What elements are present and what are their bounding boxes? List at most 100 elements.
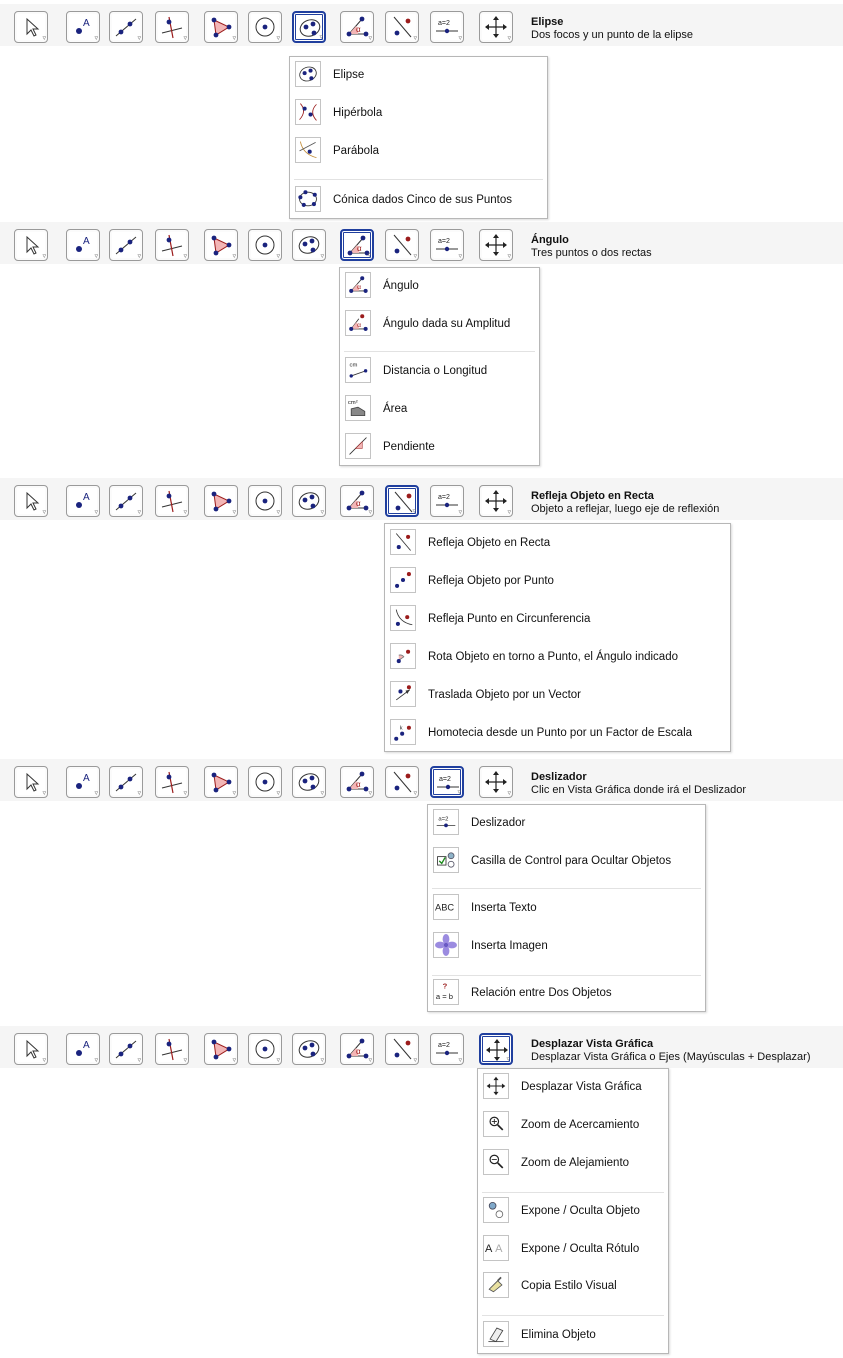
menu-item-zoom-out[interactable]: Zoom de Alejamiento (478, 1145, 668, 1181)
menu-item-translate[interactable]: Traslada Objeto por un Vector (385, 677, 730, 713)
tool-button-point[interactable]: A ▿ (66, 229, 100, 261)
reflect-line-icon (390, 529, 416, 555)
submenu-triangle-icon: ▿ (507, 790, 511, 797)
tool-button-ellipse[interactable]: ▿ (292, 766, 326, 798)
tool-button-perpendicular[interactable]: ▿ (155, 11, 189, 43)
tool-button-reflect[interactable]: ▿ (385, 1033, 419, 1065)
tool-button-move-view[interactable]: ▿ (479, 229, 513, 261)
tool-button-reflect[interactable]: ▿ (385, 766, 419, 798)
tool-button-circle[interactable]: ▿ (248, 766, 282, 798)
tool-button-polygon[interactable]: ▿ (204, 229, 238, 261)
submenu-triangle-icon: ▿ (42, 253, 46, 260)
svg-text:α: α (356, 1047, 361, 1056)
menu-item-angle[interactable]: α Ángulo (340, 268, 539, 304)
menu-item-conic-five-points[interactable]: Cónica dados Cinco de sus Puntos (290, 182, 547, 218)
tool-button-slider[interactable]: a=2 ▿ (430, 11, 464, 43)
menu-item-slope[interactable]: Pendiente (340, 429, 539, 465)
tool-button-polygon[interactable]: ▿ (204, 1033, 238, 1065)
tool-button-reflect[interactable]: ▿ (385, 485, 419, 517)
tool-button-slider[interactable]: a=2 ▿ (430, 229, 464, 261)
menu-item-label: Ángulo (383, 280, 419, 292)
tool-button-perpendicular[interactable]: ▿ (155, 766, 189, 798)
translate-icon (390, 681, 416, 707)
tool-button-cursor[interactable]: ▿ (14, 229, 48, 261)
menu-item-rotate[interactable]: Rota Objeto en torno a Punto, el Ángulo … (385, 639, 730, 675)
tool-button-reflect[interactable]: ▿ (385, 11, 419, 43)
menu-item-copy-style[interactable]: Copia Estilo Visual (478, 1268, 668, 1304)
tool-button-line[interactable]: ▿ (109, 229, 143, 261)
tool-button-circle[interactable]: ▿ (248, 11, 282, 43)
tool-button-perpendicular[interactable]: ▿ (155, 1033, 189, 1065)
menu-item-label: Desplazar Vista Gráfica (521, 1081, 642, 1093)
menu-item-angle-fixed[interactable]: α Ángulo dada su Amplitud (340, 306, 539, 342)
tool-info: Refleja Objeto en Recta Objeto a reflejar… (531, 490, 719, 516)
tool-button-move-view[interactable]: ▿ (479, 11, 513, 43)
menu-item-show-hide-label[interactable]: A A Expone / Oculta Rótulo (478, 1231, 668, 1267)
menu-item-move-view[interactable]: Desplazar Vista Gráfica (478, 1069, 668, 1105)
tool-button-point[interactable]: A ▿ (66, 11, 100, 43)
menu-item-area[interactable]: cm² Área (340, 391, 539, 427)
tool-button-move-view[interactable]: ▿ (479, 1033, 513, 1065)
menu-item-slider[interactable]: a=2 Deslizador (428, 805, 705, 841)
svg-text:a=2: a=2 (438, 494, 450, 501)
tool-button-angle[interactable]: α ▿ (340, 11, 374, 43)
tool-button-circle[interactable]: ▿ (248, 229, 282, 261)
menu-item-relation[interactable]: ? a = b Relación entre Dos Objetos (428, 975, 705, 1011)
tool-button-angle[interactable]: α ▿ (340, 229, 374, 261)
menu-item-reflect-point[interactable]: Refleja Objeto por Punto (385, 563, 730, 599)
menu-item-checkbox[interactable]: Casilla de Control para Ocultar Objetos (428, 843, 705, 879)
tool-button-slider[interactable]: a=2 ▿ (430, 485, 464, 517)
tool-button-angle[interactable]: α ▿ (340, 1033, 374, 1065)
tool-info: Desplazar Vista Gráfica Desplazar Vista G… (531, 1038, 811, 1064)
image-icon (433, 932, 459, 958)
menu-item-delete[interactable]: Elimina Objeto (478, 1317, 668, 1353)
tool-button-ellipse[interactable]: ▿ (292, 11, 326, 43)
tool-button-slider[interactable]: a=2 ▿ (430, 766, 464, 798)
menu-item-dilate[interactable]: k Homotecia desde un Punto por un Factor … (385, 715, 730, 751)
tool-button-polygon[interactable]: ▿ (204, 766, 238, 798)
tool-button-ellipse[interactable]: ▿ (292, 1033, 326, 1065)
tool-button-line[interactable]: ▿ (109, 1033, 143, 1065)
tool-button-cursor[interactable]: ▿ (14, 1033, 48, 1065)
tool-button-move-view[interactable]: ▿ (479, 766, 513, 798)
tool-button-point[interactable]: A ▿ (66, 766, 100, 798)
tool-button-angle[interactable]: α ▿ (340, 766, 374, 798)
tool-button-angle[interactable]: α ▿ (340, 485, 374, 517)
tool-button-line[interactable]: ▿ (109, 485, 143, 517)
tool-button-ellipse[interactable]: ▿ (292, 485, 326, 517)
menu-item-image[interactable]: Inserta Imagen (428, 928, 705, 964)
svg-text:α: α (357, 244, 362, 253)
menu-item-show-hide-object[interactable]: Expone / Oculta Objeto (478, 1193, 668, 1229)
tool-button-point[interactable]: A ▿ (66, 485, 100, 517)
tool-button-polygon[interactable]: ▿ (204, 485, 238, 517)
submenu-triangle-icon: ▿ (413, 35, 417, 42)
menu-item-zoom-in[interactable]: Zoom de Acercamiento (478, 1107, 668, 1143)
tool-button-perpendicular[interactable]: ▿ (155, 229, 189, 261)
menu-item-ellipse[interactable]: Elipse (290, 57, 547, 93)
tool-button-line[interactable]: ▿ (109, 766, 143, 798)
menu-item-distance[interactable]: cm Distancia o Longitud (340, 353, 539, 389)
menu-item-hyperbola[interactable]: Hipérbola (290, 95, 547, 131)
tool-button-cursor[interactable]: ▿ (14, 766, 48, 798)
tool-button-cursor[interactable]: ▿ (14, 485, 48, 517)
menu-item-label: Inserta Imagen (471, 940, 548, 952)
tool-button-cursor[interactable]: ▿ (14, 11, 48, 43)
tool-button-slider[interactable]: a=2 ▿ (430, 1033, 464, 1065)
tool-button-polygon[interactable]: ▿ (204, 11, 238, 43)
menu-item-label: Copia Estilo Visual (521, 1280, 617, 1292)
svg-text:a=2: a=2 (438, 238, 450, 245)
menu-item-reflect-line[interactable]: Refleja Objeto en Recta (385, 525, 730, 561)
tool-button-line[interactable]: ▿ (109, 11, 143, 43)
tool-button-ellipse[interactable]: ▿ (292, 229, 326, 261)
menu-item-text[interactable]: ABC Inserta Texto (428, 890, 705, 926)
tool-button-perpendicular[interactable]: ▿ (155, 485, 189, 517)
tool-button-circle[interactable]: ▿ (248, 1033, 282, 1065)
menu-item-parabola[interactable]: Parábola (290, 133, 547, 169)
tool-button-circle[interactable]: ▿ (248, 485, 282, 517)
tool-button-move-view[interactable]: ▿ (479, 485, 513, 517)
tool-button-point[interactable]: A ▿ (66, 1033, 100, 1065)
submenu-triangle-icon: ▿ (458, 509, 462, 516)
menu-item-reflect-circle[interactable]: Refleja Punto en Circunferencia (385, 601, 730, 637)
tool-button-reflect[interactable]: ▿ (385, 229, 419, 261)
svg-text:cm: cm (350, 363, 358, 369)
